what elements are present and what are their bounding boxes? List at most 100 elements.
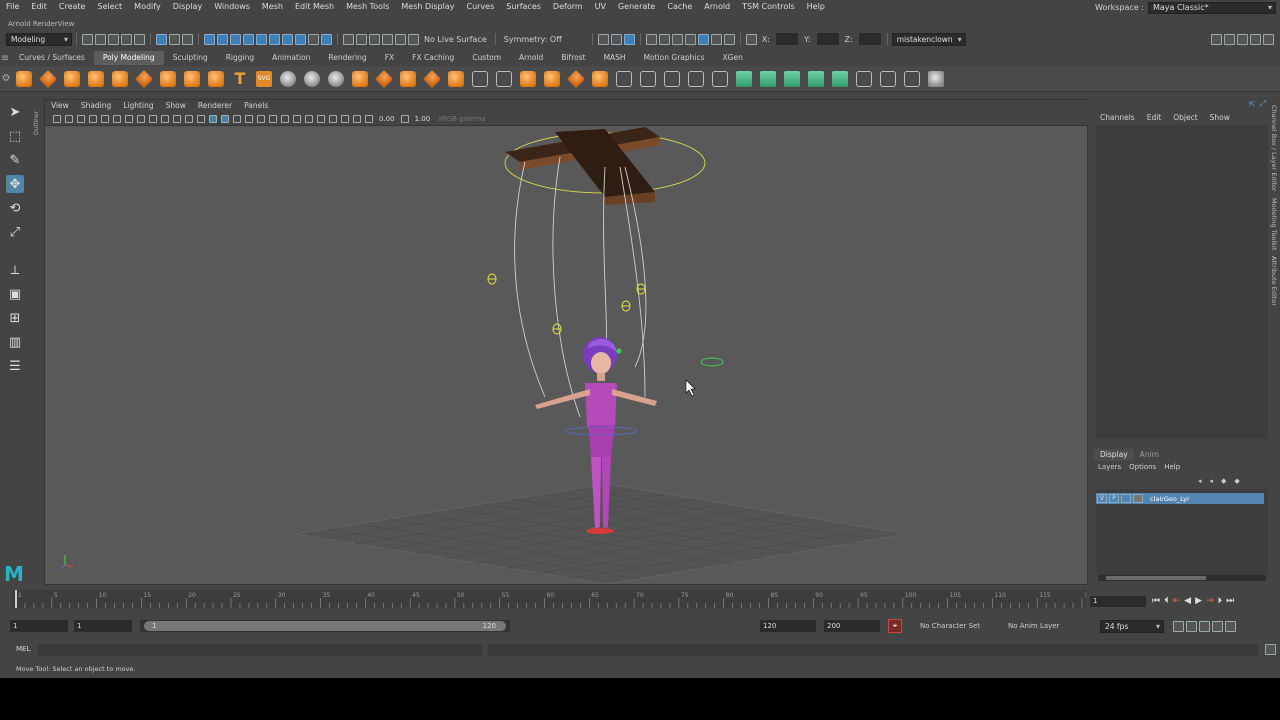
sidebar-toggle-icon[interactable]	[1211, 33, 1222, 45]
new-layer-selected-icon[interactable]: ◆	[1234, 477, 1239, 485]
smooth-shade-icon[interactable]	[221, 114, 229, 123]
current-frame-field[interactable]: 1	[1090, 596, 1146, 607]
xray-active-icon[interactable]	[365, 114, 373, 123]
render-view-icon[interactable]	[623, 33, 635, 45]
shelf-tab-poly-modeling[interactable]: Poly Modeling	[93, 51, 164, 65]
last-tool-icon[interactable]: ⟂	[6, 261, 24, 279]
move-tool-icon[interactable]: ✥	[6, 175, 24, 193]
wedge-icon[interactable]	[592, 70, 608, 87]
film-gate-icon[interactable]	[137, 114, 145, 123]
channel-box-toggle-icon[interactable]: ⇱	[1249, 100, 1256, 109]
xray-joints-icon[interactable]	[353, 114, 361, 123]
grease-pencil-icon[interactable]	[101, 114, 109, 123]
symmetry-dropdown[interactable]: Symmetry: Off	[504, 35, 584, 44]
shelf-tab-motion-graphics[interactable]: Motion Graphics	[635, 51, 714, 65]
extrude-icon[interactable]	[520, 70, 536, 87]
shelf-tab-arnold[interactable]: Arnold	[510, 51, 552, 65]
menu-cache[interactable]: Cache	[661, 0, 698, 14]
ipr-icon[interactable]	[658, 33, 670, 45]
target-weld-icon[interactable]	[688, 70, 704, 87]
gamma-icon[interactable]	[400, 114, 409, 123]
layer-display-type[interactable]	[1121, 494, 1131, 503]
poly-torus-icon[interactable]	[112, 70, 128, 87]
menu-display[interactable]: Display	[167, 0, 209, 14]
poke-icon[interactable]	[566, 69, 586, 88]
poly-text-icon[interactable]: T	[232, 70, 248, 87]
render-icon[interactable]	[645, 33, 657, 45]
bevel-icon[interactable]	[544, 70, 560, 87]
menu-deform[interactable]: Deform	[547, 0, 589, 14]
sound-icon[interactable]	[1199, 620, 1210, 632]
poly-cube-icon[interactable]	[38, 69, 58, 88]
scroll-thumb[interactable]	[1106, 576, 1206, 580]
key-icon[interactable]	[1212, 620, 1223, 632]
merge-icon[interactable]	[422, 69, 442, 88]
shelf-tab-rendering[interactable]: Rendering	[319, 51, 375, 65]
layer-tab-anim[interactable]: Anim	[1134, 449, 1165, 461]
single-perspective-icon[interactable]: ▣	[6, 285, 24, 303]
current-time-marker[interactable]	[15, 590, 17, 608]
edge-loop-icon[interactable]	[712, 70, 728, 87]
gate-mask-icon[interactable]	[161, 114, 169, 123]
play-forwards-icon[interactable]: ▶	[1195, 596, 1202, 606]
menu-mesh-tools[interactable]: Mesh Tools	[340, 0, 395, 14]
script-editor-icon[interactable]	[1265, 644, 1276, 655]
open-scene-icon[interactable]	[95, 33, 106, 45]
freeze-transform-icon[interactable]	[904, 70, 920, 87]
auto-key-icon[interactable]: ⌖	[888, 619, 902, 633]
circularize-icon[interactable]	[616, 70, 632, 87]
boolean-icon[interactable]	[352, 70, 368, 87]
shadows-icon[interactable]	[269, 114, 277, 123]
shelf-tab-animation[interactable]: Animation	[263, 51, 319, 65]
hypershade-icon[interactable]	[684, 33, 696, 45]
wireframe-icon[interactable]	[209, 114, 217, 123]
image-plane-icon[interactable]	[89, 114, 97, 123]
spherical-map-icon[interactable]	[784, 70, 800, 87]
color-space-dropdown[interactable]: sRGB gamma	[438, 115, 486, 123]
select-camera-icon[interactable]	[53, 114, 61, 123]
attribute-editor-icon[interactable]	[1237, 33, 1248, 45]
textured-icon[interactable]	[245, 114, 253, 123]
menu-file[interactable]: File	[0, 0, 25, 14]
menu-curves[interactable]: Curves	[460, 0, 500, 14]
shelf-tab-bifrost[interactable]: Bifrost	[552, 51, 594, 65]
animation-start-field[interactable]: 1	[10, 620, 68, 632]
animation-end-field[interactable]: 200	[824, 620, 880, 632]
go-to-start-icon[interactable]: ⏮	[1152, 596, 1160, 606]
poly-cylinder-icon[interactable]	[64, 70, 80, 87]
combine-icon[interactable]	[280, 70, 296, 87]
mask-render-icon[interactable]	[282, 33, 293, 45]
redo-icon[interactable]	[134, 33, 145, 45]
cache-playback-icon[interactable]	[1186, 620, 1197, 632]
x-field[interactable]	[775, 33, 798, 45]
layer-visibility-toggle[interactable]: V	[1097, 494, 1107, 503]
animation-prefs-icon[interactable]	[1225, 620, 1236, 632]
safe-title-icon[interactable]	[197, 114, 205, 123]
channel-menu-edit[interactable]: Edit	[1141, 111, 1168, 125]
poly-plane-icon[interactable]	[134, 69, 154, 88]
channel-box-area[interactable]	[1096, 125, 1268, 439]
outliner-layout-icon[interactable]: ☰	[6, 357, 24, 375]
script-language-toggle[interactable]: MEL	[16, 645, 30, 653]
workspace-dropdown[interactable]: Maya Classic*	[1148, 1, 1276, 14]
separate-icon[interactable]	[304, 70, 320, 87]
sweep-mesh-icon[interactable]	[208, 70, 224, 87]
step-forward-frame-icon[interactable]: ⇥	[1206, 596, 1214, 606]
render-settings-icon[interactable]	[671, 33, 683, 45]
input-ops-icon[interactable]	[597, 33, 609, 45]
time-slider[interactable]: 1 5 10 15 20 25 30 35 40 45 50 55 60 65 70 75 80 85 90 95 10…	[0, 588, 1280, 610]
viewport-menu-panels[interactable]: Panels	[238, 100, 274, 112]
command-input[interactable]	[38, 644, 482, 656]
platonic-solid-icon[interactable]	[184, 70, 200, 87]
anim-layer-dropdown[interactable]: No Anim Layer	[1008, 622, 1059, 630]
layer-menu-help[interactable]: Help	[1160, 461, 1184, 473]
mask-misc-icon[interactable]	[295, 33, 306, 45]
time-slider-track[interactable]: 1 5 10 15 20 25 30 35 40 45 50 55 60 65 70 75 80 85 90 95 10…	[12, 590, 1096, 608]
uv-editor-icon[interactable]	[832, 70, 848, 87]
channel-box-float-icon[interactable]: ⤢	[1260, 99, 1266, 109]
side-tab-channel-box-layer-editor[interactable]: Channel Box / Layer Editor	[1270, 105, 1278, 192]
menu-create[interactable]: Create	[53, 0, 92, 14]
shelf-tab-curves-surfaces[interactable]: Curves / Surfaces	[10, 51, 94, 65]
lock-icon[interactable]	[308, 33, 319, 45]
snap-grid-icon[interactable]	[343, 33, 354, 45]
